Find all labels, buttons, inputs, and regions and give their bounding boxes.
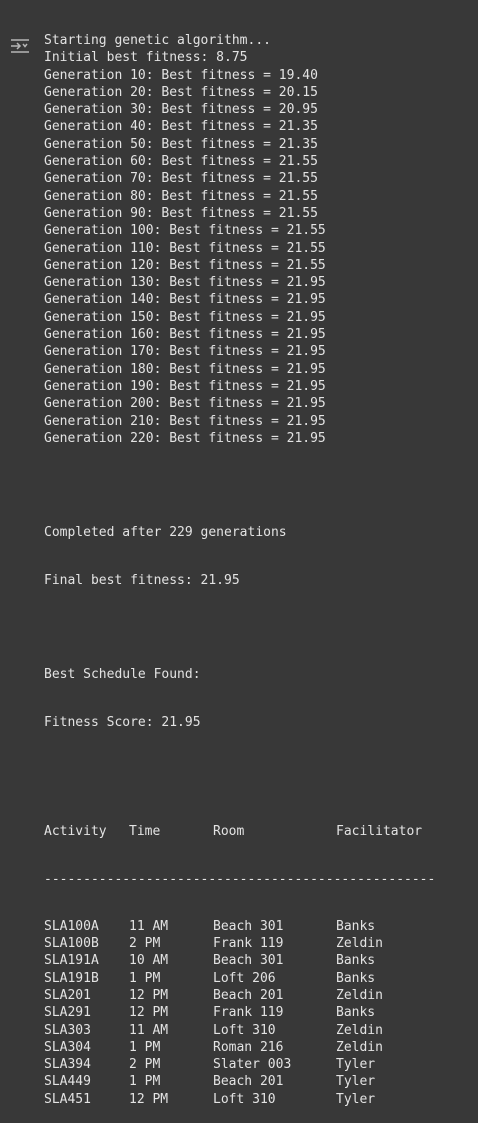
log-line: Generation 170: Best fitness = 21.95 — [44, 344, 326, 360]
cell-activity: SLA191A — [44, 953, 99, 969]
best-schedule-title: Best Schedule Found: — [44, 667, 201, 683]
cell-time: 1 PM — [129, 970, 161, 986]
cell-facilitator: Banks — [336, 970, 376, 986]
cell-time: 1 PM — [129, 1039, 161, 1055]
cell-time: 2 PM — [129, 1057, 161, 1073]
log-line: Generation 110: Best fitness = 21.55 — [44, 240, 326, 256]
log-line: Generation 140: Best fitness = 21.95 — [44, 292, 326, 308]
cell-room: Frank 119 — [213, 1005, 284, 1021]
cell-time: 2 PM — [129, 936, 161, 952]
cell-activity: SLA304 — [44, 1039, 91, 1055]
schedule-header-row: Activity Time Room Facilitator — [44, 823, 478, 840]
table-row: SLA451 12 PM Loft 310 Tyler — [44, 1091, 478, 1108]
schedule-divider: ----------------------------------------… — [44, 871, 436, 887]
cell-room: Loft 206 — [213, 970, 276, 986]
log-line: Generation 100: Best fitness = 21.55 — [44, 223, 326, 239]
cell-room: Frank 119 — [213, 936, 284, 952]
cell-room: Loft 310 — [213, 1091, 276, 1107]
table-row: SLA304 1 PM Roman 216 Zeldin — [44, 1039, 478, 1056]
cell-activity: SLA303 — [44, 1022, 91, 1038]
cell-time: 10 AM — [129, 953, 169, 969]
log-line: Generation 80: Best fitness = 21.55 — [44, 188, 318, 204]
table-row: SLA191B 1 PM Loft 206 Banks — [44, 970, 478, 987]
log-line: Generation 10: Best fitness = 19.40 — [44, 67, 318, 83]
log-line: Generation 130: Best fitness = 21.95 — [44, 275, 326, 291]
cell-room: Beach 301 — [213, 953, 284, 969]
cell-facilitator: Zeldin — [336, 1022, 383, 1038]
log-line: Generation 120: Best fitness = 21.55 — [44, 257, 326, 273]
log-line: Initial best fitness: 8.75 — [44, 50, 248, 66]
cell-activity: SLA451 — [44, 1091, 91, 1107]
log-line: Generation 20: Best fitness = 20.15 — [44, 84, 318, 100]
cell-time: 11 AM — [129, 1022, 169, 1038]
cell-room: Beach 301 — [213, 918, 284, 934]
header-time: Time — [129, 824, 161, 840]
log-line: Generation 180: Best fitness = 21.95 — [44, 361, 326, 377]
cell-room: Roman 216 — [213, 1039, 284, 1055]
table-row: SLA191A 10 AM Beach 301 Banks — [44, 952, 478, 969]
cell-time: 12 PM — [129, 1091, 169, 1107]
cell-activity: SLA291 — [44, 1005, 91, 1021]
log-line: Generation 220: Best fitness = 21.95 — [44, 430, 326, 446]
cell-facilitator: Banks — [336, 1005, 376, 1021]
cell-facilitator: Zeldin — [336, 936, 383, 952]
cell-time: 12 PM — [129, 1005, 169, 1021]
table-row: SLA394 2 PM Slater 003 Tyler — [44, 1056, 478, 1073]
cell-room: Loft 310 — [213, 1022, 276, 1038]
cell-activity: SLA191B — [44, 970, 99, 986]
cell-time: 12 PM — [129, 987, 169, 1003]
cell-time: 1 PM — [129, 1074, 161, 1090]
log-line: Generation 90: Best fitness = 21.55 — [44, 205, 318, 221]
cell-facilitator: Zeldin — [336, 1039, 383, 1055]
schedule-table-body: SLA100A 11 AM Beach 301 Banks SLA100B 2 PM Fra… — [44, 918, 478, 1108]
log-line: Generation 60: Best fitness = 21.55 — [44, 154, 318, 170]
cell-output: Starting genetic algorithm... Initial bes… — [44, 2, 478, 1123]
table-row: SLA100A 11 AM Beach 301 Banks — [44, 918, 478, 935]
final-fitness-line: Final best fitness: 21.95 — [44, 572, 240, 588]
cell-room: Slater 003 — [213, 1057, 292, 1073]
cell-facilitator: Tyler — [336, 1091, 376, 1107]
cell-room: Beach 201 — [213, 1074, 284, 1090]
log-line: Generation 210: Best fitness = 21.95 — [44, 413, 326, 429]
log-line: Generation 70: Best fitness = 21.55 — [44, 171, 318, 187]
cell-activity: SLA201 — [44, 987, 91, 1003]
cell-activity: SLA100A — [44, 918, 99, 934]
cell-facilitator: Zeldin — [336, 987, 383, 1003]
cell-facilitator: Banks — [336, 953, 376, 969]
header-room: Room — [213, 824, 245, 840]
log-line: Generation 30: Best fitness = 20.95 — [44, 102, 318, 118]
table-row: SLA449 1 PM Beach 201 Tyler — [44, 1073, 478, 1090]
log-line: Starting genetic algorithm... — [44, 33, 271, 48]
cell-facilitator: Tyler — [336, 1057, 376, 1073]
table-row: SLA100B 2 PM Frank 119 Zeldin — [44, 935, 478, 952]
cell-activity: SLA449 — [44, 1074, 91, 1090]
log-line: Generation 190: Best fitness = 21.95 — [44, 378, 326, 394]
log-line: Generation 150: Best fitness = 21.95 — [44, 309, 326, 325]
log-line: Generation 160: Best fitness = 21.95 — [44, 327, 326, 343]
log-line: Generation 40: Best fitness = 21.35 — [44, 119, 318, 135]
header-activity: Activity — [44, 824, 107, 840]
cell-time: 11 AM — [129, 918, 169, 934]
table-row: SLA291 12 PM Frank 119 Banks — [44, 1004, 478, 1021]
output-toggle-icon — [11, 39, 29, 53]
log-line: Generation 200: Best fitness = 21.95 — [44, 396, 326, 412]
log-line: Generation 50: Best fitness = 21.35 — [44, 136, 318, 152]
output-toggle-button[interactable] — [7, 36, 33, 56]
header-facilitator: Facilitator — [336, 824, 423, 840]
cell-facilitator: Tyler — [336, 1074, 376, 1090]
cell-facilitator: Banks — [336, 918, 376, 934]
table-row: SLA201 12 PM Beach 201 Zeldin — [44, 987, 478, 1004]
log-lines: Starting genetic algorithm... Initial bes… — [44, 32, 478, 447]
fitness-score-line: Fitness Score: 21.95 — [44, 714, 201, 730]
cell-room: Beach 201 — [213, 987, 284, 1003]
table-row: SLA303 11 AM Loft 310 Zeldin — [44, 1022, 478, 1039]
completed-line: Completed after 229 generations — [44, 525, 287, 541]
cell-activity: SLA394 — [44, 1057, 91, 1073]
cell-activity: SLA100B — [44, 936, 99, 952]
